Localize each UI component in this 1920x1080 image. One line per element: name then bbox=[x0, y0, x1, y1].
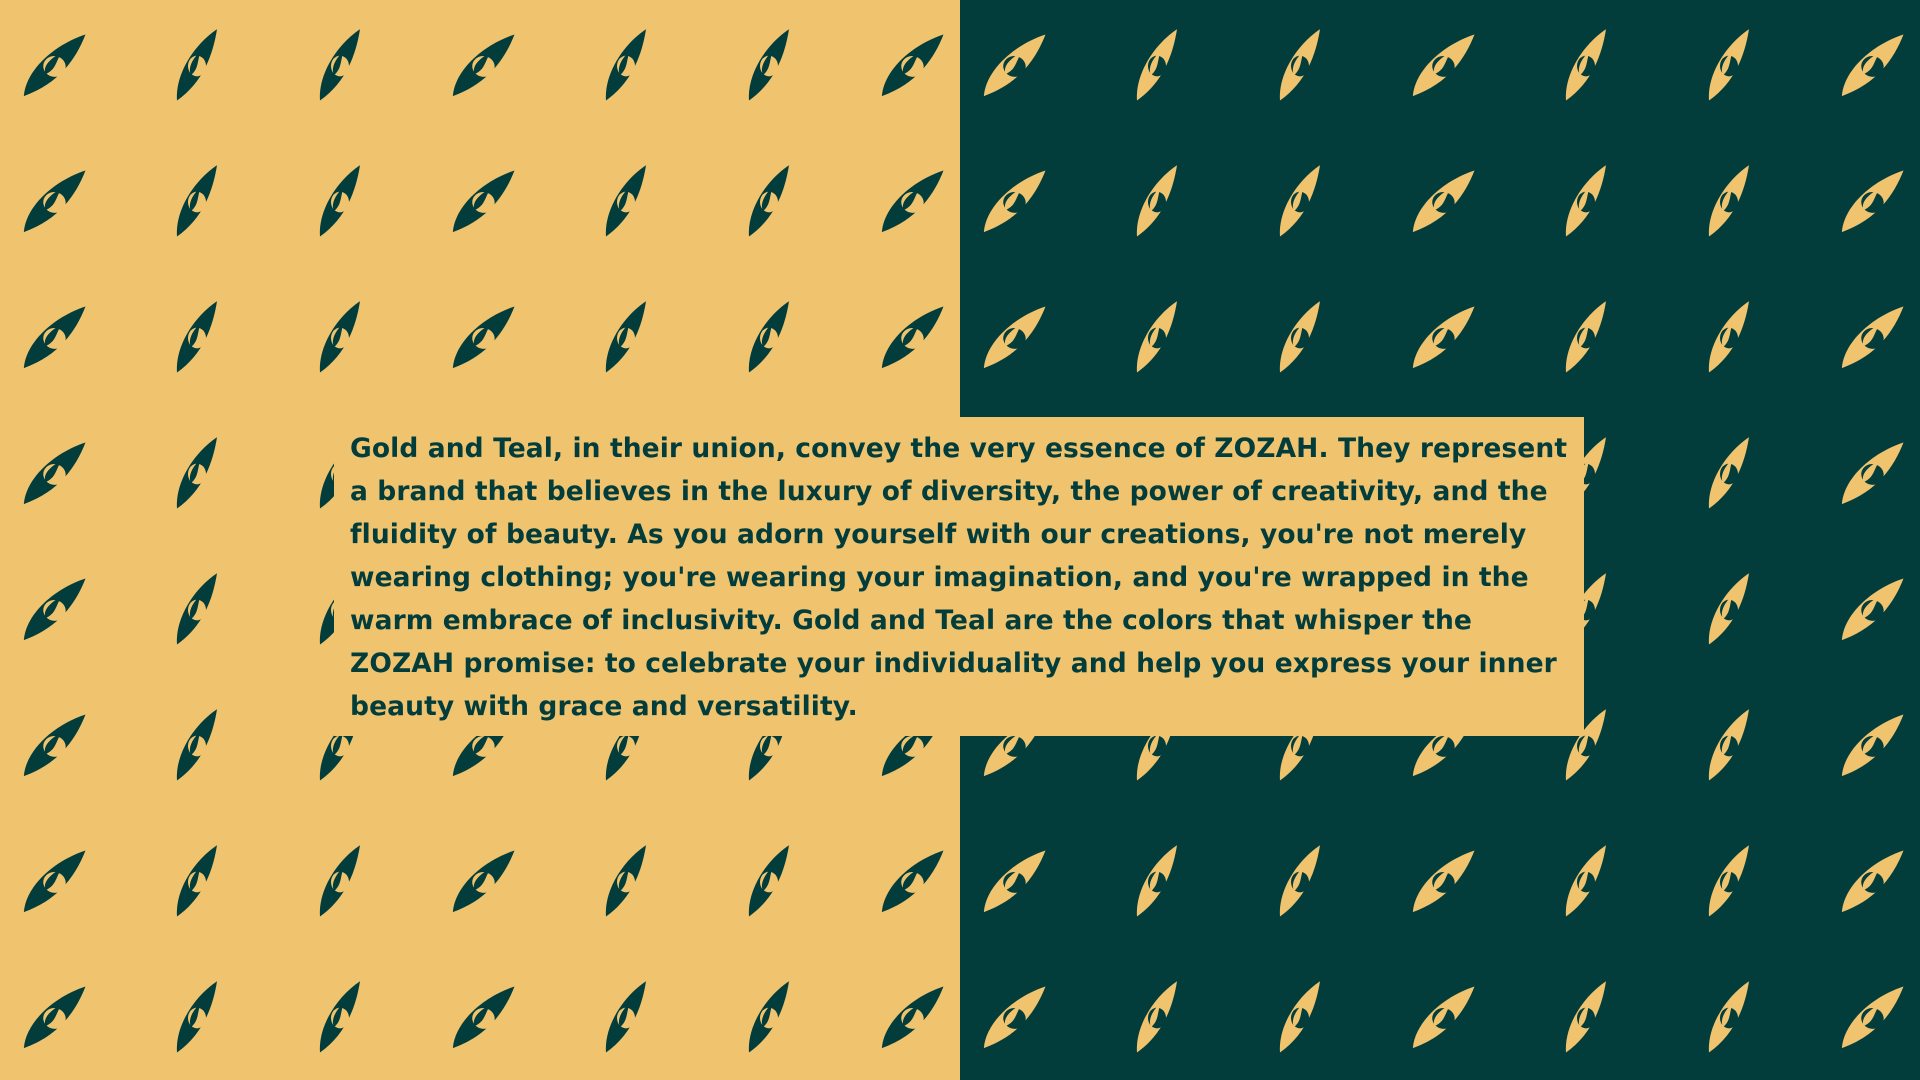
brand-statement-text: Gold and Teal, in their union, convey th… bbox=[350, 433, 1568, 722]
brand-statement-box: Gold and Teal, in their union, convey th… bbox=[334, 417, 1584, 736]
